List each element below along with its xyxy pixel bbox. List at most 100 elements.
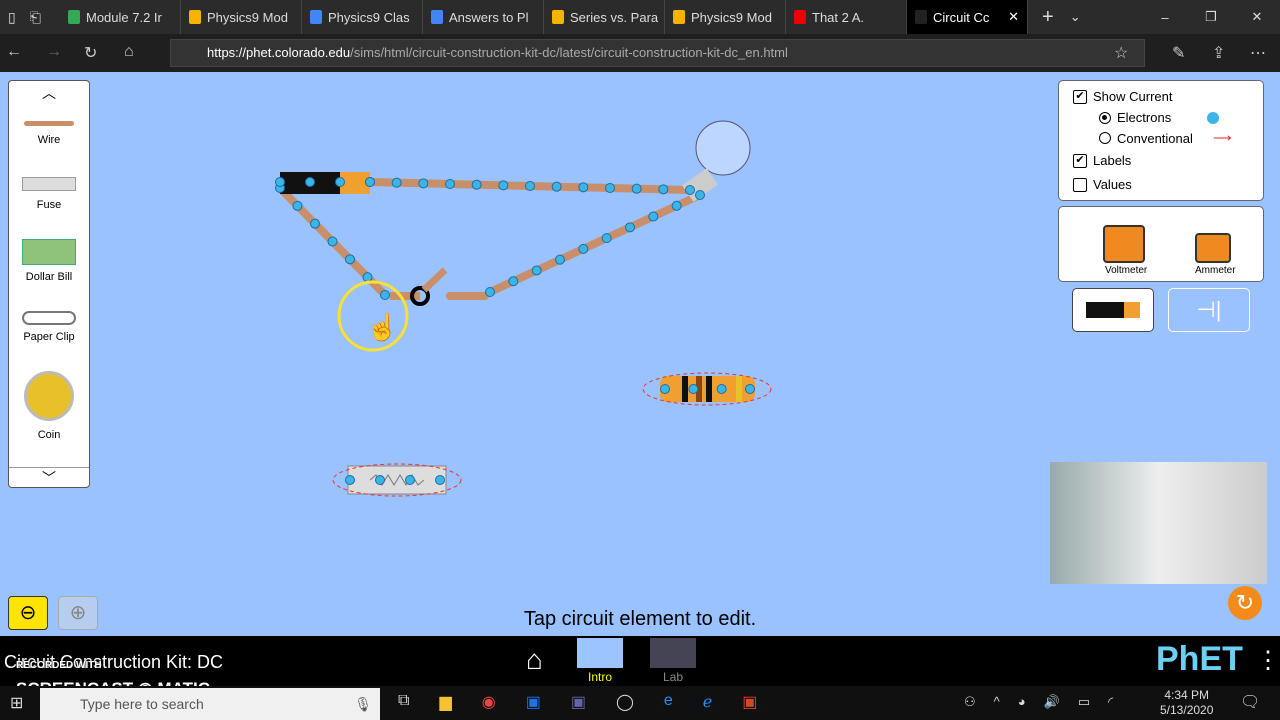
screen-tab-lab[interactable]: Lab [650,638,696,686]
current-panel: ✔ Show Current Electrons Conventional ⟶ ✔ L… [1058,80,1264,201]
phet-menu-icon[interactable]: ⋮ [1256,646,1280,675]
show-hidden-icons[interactable]: ^ [994,694,1000,710]
file-explorer-icon[interactable]: ▆ [439,692,451,712]
electron [485,287,495,297]
voltmeter-label: Voltmeter [1105,265,1148,276]
electron [362,272,373,283]
electron [601,233,612,244]
battery[interactable] [280,172,370,194]
label: Show Current [1093,89,1173,104]
people-icon[interactable]: ⚇ [964,694,976,710]
ie-icon[interactable]: ℯ [703,692,712,712]
tab-label: Lab [662,670,684,684]
electron [292,200,303,211]
taskbar-search-input[interactable]: Type here to search 🎙 [40,688,380,720]
electrons-radio[interactable]: Electrons [1099,110,1220,125]
watermark-line: RECORDED WITH [16,660,102,671]
task-view-icon[interactable]: ⧉ [398,692,409,712]
labels-checkbox[interactable]: ✔ Labels [1073,153,1131,168]
lifelike-view-button[interactable] [1072,288,1154,332]
show-current-checkbox[interactable]: ✔ Show Current [1073,89,1172,104]
electron [445,179,455,189]
edge-icon[interactable]: e [664,692,673,712]
electron [631,183,642,194]
electron [508,276,519,287]
phet-logo[interactable]: PhET [1156,640,1243,679]
label: Conventional [1117,130,1193,146]
notifications-icon[interactable]: 🗨 [1240,692,1260,712]
electron [716,384,727,394]
electron [327,236,338,247]
meters-panel: Voltmeter Ammeter [1058,206,1264,282]
search-placeholder: Type here to search [80,696,204,712]
ammeter-icon[interactable] [1195,233,1231,263]
cortana-icon[interactable]: ◯ [616,692,634,712]
electron [660,384,670,394]
battery-tray-icon[interactable]: ▭ [1078,694,1090,710]
electron [380,290,390,300]
radio[interactable] [1099,111,1111,124]
electron [365,177,375,187]
network-icon[interactable]: ◕ [1018,694,1026,710]
electron [498,180,509,191]
arrow-right-icon: ⟶ [1212,130,1232,145]
wifi-icon[interactable]: ◜ [1108,694,1113,710]
ammeter-label: Ammeter [1195,265,1236,276]
electron [405,475,415,485]
wire[interactable] [486,191,704,296]
checkbox[interactable]: ✔ [1073,89,1087,104]
status-message: Tap circuit element to edit. [523,608,757,630]
conventional-radio[interactable]: Conventional ⟶ [1099,130,1232,146]
electron [578,243,589,254]
electron [695,190,705,200]
electron [335,177,345,187]
electron [658,184,669,195]
electron-icon [1207,111,1220,124]
electron [551,181,562,192]
webcam-overlay [1050,462,1267,584]
volume-icon[interactable]: 🔊 [1044,694,1060,710]
electron [435,475,445,485]
electron [685,185,695,195]
electron [305,177,315,187]
checkbox[interactable]: ✔ [1073,153,1087,168]
powerpoint-icon[interactable]: ▣ [742,692,757,712]
radio[interactable] [1099,132,1111,144]
chrome-icon[interactable]: ◉ [482,692,496,712]
schematic-battery-icon: ⊣| [1196,297,1222,322]
electron [745,384,755,394]
home-screen-button[interactable]: ⌂ [526,644,543,676]
label: Values [1093,177,1132,192]
tab-label: Intro [587,670,612,684]
electron [555,254,565,265]
electron [345,254,355,265]
electron [578,182,589,193]
schematic-view-button[interactable]: ⊣| [1168,288,1250,332]
cursor-highlight: ☝ [337,280,409,352]
windows-taskbar: ⊞ Type here to search 🎙 ⧉ ▆ ◉ ▣ ▣ ◯ e ℯ ▣ ⚇ ^ ◕ 🔊 ▭ ◜ … [0,686,1280,720]
label: Electrons [1117,110,1172,125]
outlook-icon[interactable]: ▣ [526,692,541,712]
electron [375,475,385,485]
clock-date[interactable]: 5/13/2020 [1160,703,1213,718]
electron [688,384,699,394]
checkbox[interactable] [1073,177,1087,192]
switch[interactable] [390,267,448,306]
microphone-icon[interactable]: 🎙 [354,688,372,720]
voltmeter-icon[interactable] [1103,225,1145,263]
electron [310,218,320,229]
electron [648,211,659,222]
label: Labels [1093,153,1132,168]
windows-start-icon[interactable]: ⊞ [10,693,23,713]
electron [531,265,542,276]
electron [625,222,635,233]
teams-icon[interactable]: ▣ [571,692,586,712]
electron [605,183,615,193]
electron [391,177,402,188]
values-checkbox[interactable]: Values [1073,177,1132,192]
resistor-icon [650,638,696,668]
clock-time[interactable]: 4:34 PM [1160,688,1213,703]
svg-text:☝: ☝ [366,311,398,343]
screen-tab-intro[interactable]: Intro [577,638,623,686]
electron [671,200,682,211]
